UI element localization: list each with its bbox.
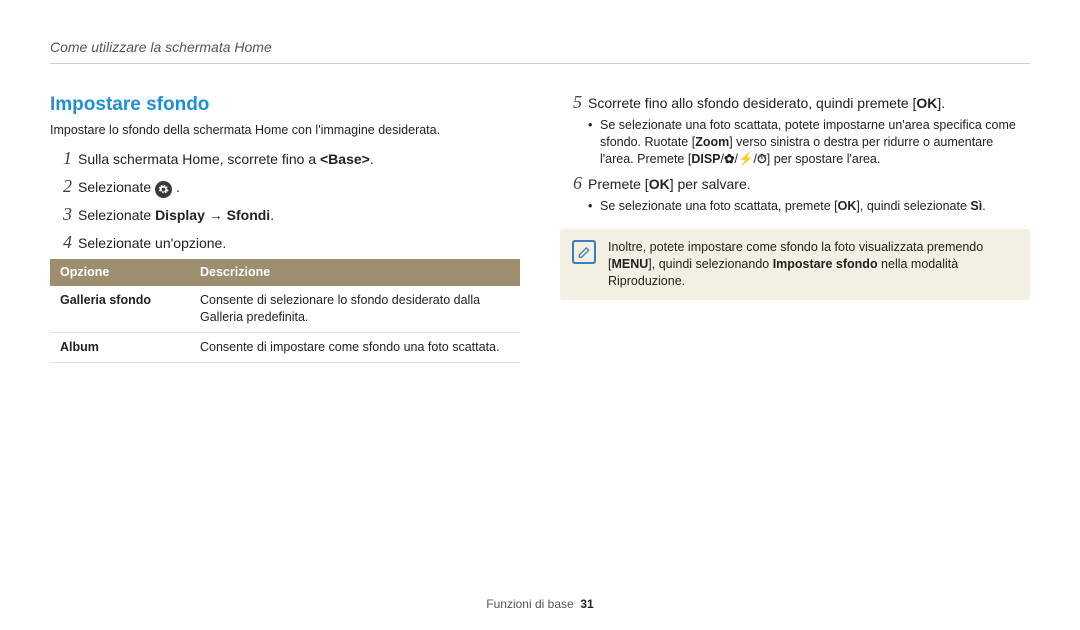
page: Come utilizzare la schermata Home Impost… xyxy=(0,0,1080,630)
content-columns: Impostare sfondo Impostare lo sfondo del… xyxy=(50,92,1030,363)
substep: • Se selezionate una foto scattata, prem… xyxy=(588,198,1030,215)
note-icon xyxy=(572,240,596,264)
step-4: 4 Selezionate un'opzione. xyxy=(50,232,520,254)
substep: • Se selezionate una foto scattata, pote… xyxy=(588,117,1030,168)
bullet-icon: • xyxy=(588,117,600,134)
text: Se selezionate una foto scattata, premet… xyxy=(600,199,838,213)
step-body: Selezionate un'opzione. xyxy=(78,232,520,253)
text: Sulla schermata Home, scorrete fino a xyxy=(78,151,320,167)
yes-label: Sì xyxy=(970,199,982,213)
menu-button-glyph: MENU xyxy=(611,257,648,271)
option-cell: Album xyxy=(50,332,190,362)
text: Selezionate un'opzione. xyxy=(78,235,226,251)
table-header-row: Opzione Descrizione xyxy=(50,259,520,286)
step-body: Premete [OK] per salvare. • Se seleziona… xyxy=(588,173,1030,215)
description-cell: Consente di selezionare lo sfondo deside… xyxy=(190,286,520,332)
step-number: 2 xyxy=(50,176,72,198)
ok-button-glyph: OK xyxy=(838,199,857,213)
table-row: Album Consente di impostare come sfondo … xyxy=(50,332,520,362)
text: . xyxy=(270,207,274,223)
timer-icon: ⏱ xyxy=(757,152,767,166)
step-number: 5 xyxy=(560,92,582,114)
step-number: 1 xyxy=(50,148,72,170)
step-body: Selezionate Display → Sfondi. xyxy=(78,204,520,225)
steps-list-right: 5 Scorrete fino allo sfondo desiderato, … xyxy=(560,92,1030,215)
disp-button-glyph: DISP xyxy=(691,152,720,166)
col-header-option: Opzione xyxy=(50,259,190,286)
step-number: 4 xyxy=(50,232,72,254)
text: Selezionate xyxy=(78,207,155,223)
options-table: Opzione Descrizione Galleria sfondo Cons… xyxy=(50,259,520,363)
footer-label: Funzioni di base xyxy=(486,597,573,611)
ok-button-glyph: OK xyxy=(916,95,937,111)
text: Se selezionate una foto scattata, premet… xyxy=(600,198,986,215)
step-body: Scorrete fino allo sfondo desiderato, qu… xyxy=(588,92,1030,168)
text: Scorrete fino allo sfondo desiderato, qu… xyxy=(588,95,916,111)
ok-button-glyph: OK xyxy=(649,176,670,192)
description-cell: Consente di impostare come sfondo una fo… xyxy=(190,332,520,362)
step-2: 2 Selezionate . xyxy=(50,176,520,198)
steps-list-left: 1 Sulla schermata Home, scorrete fino a … xyxy=(50,148,520,253)
step-5: 5 Scorrete fino allo sfondo desiderato, … xyxy=(560,92,1030,168)
step-number: 6 xyxy=(560,173,582,195)
macro-icon: ✿ xyxy=(724,152,734,166)
text: ], quindi selezionate xyxy=(856,199,970,213)
text: ] per spostare l'area. xyxy=(767,152,881,166)
text: . xyxy=(982,199,985,213)
zoom-label: Zoom xyxy=(695,135,729,149)
step-body: Selezionate . xyxy=(78,176,520,198)
text: . xyxy=(370,151,374,167)
step-3: 3 Selezionate Display → Sfondi. xyxy=(50,204,520,226)
text: ] per salvare. xyxy=(670,176,751,192)
bullet-icon: • xyxy=(588,198,600,215)
table-row: Galleria sfondo Consente di selezionare … xyxy=(50,286,520,332)
section-title: Impostare sfondo xyxy=(50,92,520,118)
right-column: 5 Scorrete fino allo sfondo desiderato, … xyxy=(560,92,1030,363)
text: Se selezionate una foto scattata, potete… xyxy=(600,117,1030,168)
section-subtitle: Impostare lo sfondo della schermata Home… xyxy=(50,122,520,139)
step-1: 1 Sulla schermata Home, scorrete fino a … xyxy=(50,148,520,170)
page-header: Come utilizzare la schermata Home xyxy=(50,38,1030,64)
text: Selezionate xyxy=(78,179,155,195)
left-column: Impostare sfondo Impostare lo sfondo del… xyxy=(50,92,520,363)
option-cell: Galleria sfondo xyxy=(50,286,190,332)
text: . xyxy=(176,179,180,195)
text: Premete [ xyxy=(588,176,649,192)
gear-icon xyxy=(155,181,172,198)
text: ], quindi selezionando xyxy=(648,257,772,271)
base-label: <Base> xyxy=(320,151,370,167)
note-box: Inoltre, potete impostare come sfondo la… xyxy=(560,229,1030,300)
step-body: Sulla schermata Home, scorrete fino a <B… xyxy=(78,148,520,169)
step-number: 3 xyxy=(50,204,72,226)
step-6: 6 Premete [OK] per salvare. • Se selezio… xyxy=(560,173,1030,215)
text: ]. xyxy=(937,95,945,111)
page-footer: Funzioni di base 31 xyxy=(0,596,1080,612)
note-text: Inoltre, potete impostare come sfondo la… xyxy=(608,239,1018,290)
col-header-description: Descrizione xyxy=(190,259,520,286)
impostare-sfondo-label: Impostare sfondo xyxy=(773,257,878,271)
display-sfondi-label: Display → Sfondi xyxy=(155,207,270,223)
page-number: 31 xyxy=(580,597,593,611)
flash-icon: ⚡ xyxy=(738,152,754,166)
